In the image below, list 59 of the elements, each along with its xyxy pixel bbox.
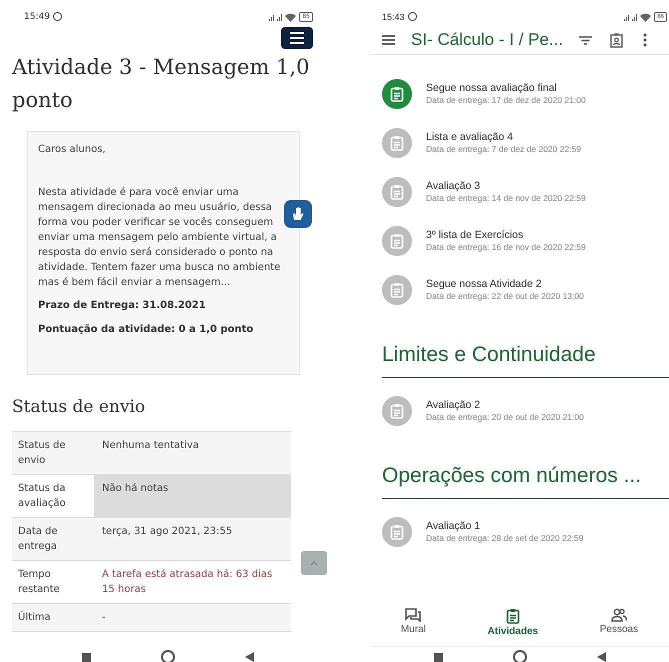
section-heading: Status de envio [12,397,146,417]
assignment-title: 3º lista de Exercícios [426,229,524,242]
recents-key[interactable] [434,653,442,662]
filter-icon [579,36,592,44]
assignment-item[interactable]: 3º lista de Exercícios Data de entrega: 16 de nov de 2020 22:59 [382,226,669,256]
page-title: Atividade 3 - Mensagem 1,0 ponto [12,54,310,114]
assignment-title: Segue nossa avaliação final [426,82,558,95]
table-cell: Não há notas [94,475,291,517]
nav-tab[interactable]: Mural [394,604,432,646]
due-date: Data de entrega: 20 de out de 2020 21:00 [426,412,584,423]
assignment-item[interactable]: Segue nossa Atividade 2 Data de entrega: 22 de out de 2020 13:00 [382,275,669,305]
chat-icon [405,608,422,622]
chevron-up-icon [310,560,318,566]
due-date: Data de entrega: 22 de out de 2020 13:00 [426,291,584,302]
clipboard-icon [506,608,520,624]
back-key[interactable] [244,652,254,662]
due-date: Data de entrega: 17 de dez de 2020 21:00 [426,95,586,106]
assignment-item[interactable]: Avaliação 1 Data de entrega: 28 de set de 2020 22:59 [382,517,669,547]
assignment-item[interactable]: Avaliação 3 Data de entrega: 14 de nov de 2020 22:59 [382,177,669,207]
assignment-title: Lista e avaliação 4 [426,131,514,144]
nav-tab[interactable]: Atividades [482,604,544,646]
status-time: 15:49 [24,12,50,22]
assignment-title: Avaliação 3 [426,180,482,193]
back-key[interactable] [596,652,606,662]
people-icon [610,608,627,622]
menu-button[interactable] [281,27,313,49]
description-text: Nesta atividade é para você enviar uma mensagem direcionada ao meu usuário, dessa forma vou poder verificar se vocês conseguem enviar uma mensagem pelo ambiente virtual, a resposta do envio será considerado o ponto na atividade. Tentem fazer uma busca no ambiente mas é bem fácil enviar a mensagem... [38,186,282,290]
due-date: Data de entrega: 16 de nov de 2020 22:59 [426,242,586,253]
recents-key[interactable] [82,653,90,662]
due-date: Data de entrega: 14 de nov de 2020 22:59 [426,193,586,204]
assignment-title: Avaliação 2 [426,399,482,412]
wifi-icon [285,12,296,22]
deadline-text: Prazo de Entrega: 31.08.2021 [38,299,207,313]
score-text: Pontuação da atividade: 0 a 1,0 ponto [38,323,254,337]
due-date: Data de entrega: 7 de dez de 2020 22:59 [426,144,582,155]
home-key[interactable] [160,650,174,662]
home-key[interactable] [512,650,526,662]
assignment-item[interactable]: Avaliação 2 Data de entrega: 20 de out de 2020 21:00 [382,396,669,426]
sign-language-button[interactable] [284,200,312,228]
more-button[interactable] [643,33,648,47]
topic-heading: Limites e Continuidade [382,343,669,378]
assignment-item[interactable]: Lista e avaliação 4 Data de entrega: 7 de dez de 2020 22:59 [382,128,669,158]
more-icon [643,33,648,47]
hand-icon [291,207,305,221]
status-time: 15:43 [382,12,405,22]
greeting-text: Caros alunos, [38,143,107,157]
due-date: Data de entrega: 28 de set de 2020 22:59 [426,533,584,544]
assignment-title: Segue nossa Atividade 2 [426,278,543,291]
topic-heading: Operações com números ... [382,464,669,499]
nav-tab[interactable]: Pessoas [594,604,644,646]
class-title: SI- Cálculo - I / Pe... [411,30,564,50]
menu-icon [382,35,395,45]
signal-icon [268,12,282,22]
signal-icon [623,12,638,22]
assignment-title: Avaliação 1 [426,520,482,533]
filter-button[interactable] [579,36,592,44]
menu-button[interactable] [382,35,395,45]
wifi-icon [640,12,652,22]
assignment-item[interactable]: Segue nossa avaliação final Data de entrega: 17 de dez de 2020 21:00 [382,79,669,109]
